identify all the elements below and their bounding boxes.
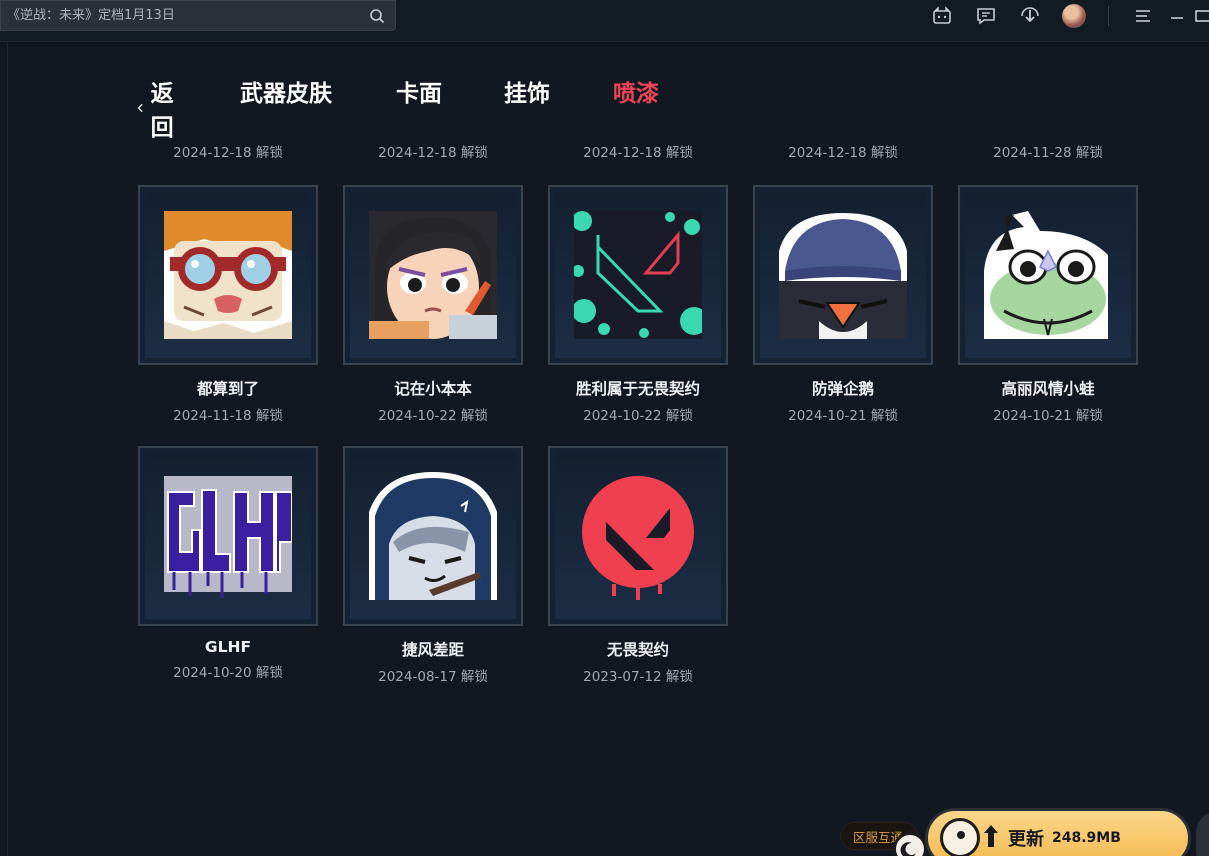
unlock-date: 2024-10-22 解锁 [378, 408, 488, 424]
unlock-date: 2024-10-21 解锁 [993, 408, 1103, 424]
valorant-logo-splatter-icon [574, 211, 702, 339]
unlock-date: 2024-12-18 解锁 [583, 145, 693, 161]
spray-tile[interactable] [138, 185, 318, 365]
spray-card[interactable]: 防弹企鹅 2024-10-21 解锁 [753, 185, 933, 424]
search-box[interactable] [0, 0, 396, 31]
unlock-date: 2024-08-17 解锁 [378, 669, 488, 685]
spray-tile[interactable] [548, 185, 728, 365]
title-bar [0, 0, 1209, 42]
window-toolbar [930, 4, 1209, 28]
spray-grid: 2024-12-18 解锁 2024-12-18 解锁 2024-12-18 解… [138, 120, 1138, 700]
tab-charms[interactable]: 挂饰 [504, 74, 550, 108]
minimize-icon[interactable] [1165, 4, 1189, 28]
spray-card[interactable]: 捷风差距 2024-08-17 解锁 [343, 446, 523, 685]
avatar[interactable] [1062, 4, 1086, 28]
side-panel-handle[interactable] [1196, 812, 1209, 856]
unlock-date: 2024-11-28 解锁 [993, 145, 1103, 161]
moon-bubble-icon [893, 832, 927, 856]
spray-card[interactable]: 都算到了 2024-11-18 解锁 [138, 185, 318, 424]
unlock-date: 2024-10-22 解锁 [583, 408, 693, 424]
spray-tile[interactable] [343, 185, 523, 365]
spray-name: 胜利属于无畏契约 [575, 380, 700, 398]
unlock-date: 2024-10-20 解锁 [173, 665, 283, 681]
menu-icon[interactable] [1131, 4, 1155, 28]
tab-cards[interactable]: 卡面 [396, 74, 442, 108]
list-item[interactable]: 2024-12-18 解锁 [138, 120, 318, 161]
spray-name: GLHF [204, 638, 252, 656]
unlock-date: 2024-12-18 解锁 [378, 145, 488, 161]
spray-name-cropped [138, 120, 318, 134]
search-icon[interactable] [369, 8, 385, 24]
spray-name: 高丽风情小蛙 [1001, 380, 1095, 398]
toolbar-divider [1108, 6, 1109, 26]
spray-card[interactable]: GLHF 2024-10-20 解锁 [138, 446, 318, 681]
spray-name-cropped [548, 120, 728, 134]
unlock-date: 2024-12-18 解锁 [788, 145, 898, 161]
spray-card[interactable]: 胜利属于无畏契约 2024-10-22 解锁 [548, 185, 728, 424]
spray-name: 无畏契约 [606, 641, 669, 659]
glhf-graffiti-icon [164, 476, 292, 598]
spray-card[interactable]: 无畏契约 2023-07-12 解锁 [548, 446, 728, 685]
spray-tile[interactable] [138, 446, 318, 626]
download-icon[interactable] [1018, 4, 1042, 28]
left-divider [7, 42, 8, 856]
unlock-date: 2023-07-12 解锁 [583, 669, 693, 685]
tab-weapon-skins[interactable]: 武器皮肤 [240, 74, 332, 108]
notebook-girl-icon [369, 211, 497, 339]
spray-name-cropped [343, 120, 523, 134]
search-input[interactable] [7, 8, 363, 23]
valorant-red-logo-icon [582, 476, 694, 600]
penguin-icon [779, 213, 907, 339]
mascot-icon [940, 818, 980, 856]
spray-name: 都算到了 [196, 380, 259, 398]
spray-name: 防弹企鹅 [811, 380, 874, 398]
update-label: 更新 [1008, 829, 1044, 850]
spray-tile[interactable] [753, 185, 933, 365]
cutoff-row: 2024-12-18 解锁 2024-12-18 解锁 2024-12-18 解… [138, 120, 1138, 162]
spray-card[interactable]: 高丽风情小蛙 2024-10-21 解锁 [958, 185, 1138, 424]
update-size: 248.9MB [1052, 830, 1121, 846]
chat-bot-icon[interactable] [930, 4, 954, 28]
unlock-date: 2024-10-21 解锁 [788, 408, 898, 424]
jett-hood-icon [369, 472, 497, 600]
goggles-character-icon [164, 211, 292, 339]
list-item[interactable]: 2024-12-18 解锁 [548, 120, 728, 161]
spray-tile[interactable] [343, 446, 523, 626]
spray-name: 捷风差距 [401, 641, 464, 659]
list-item[interactable]: 2024-11-28 解锁 [958, 120, 1138, 161]
spray-name-cropped [753, 120, 933, 134]
arrow-up-icon [984, 825, 998, 847]
chevron-left-icon [137, 103, 143, 113]
list-item[interactable]: 2024-12-18 解锁 [343, 120, 523, 161]
unlock-date: 2024-11-18 解锁 [173, 408, 283, 424]
message-icon[interactable] [974, 4, 998, 28]
spray-tile[interactable] [548, 446, 728, 626]
spray-name-cropped [958, 120, 1138, 134]
spray-name: 记在小本本 [394, 380, 472, 398]
unlock-date: 2024-12-18 解锁 [173, 145, 283, 161]
maximize-icon[interactable] [1195, 4, 1209, 28]
tab-sprays[interactable]: 喷漆 [613, 74, 659, 108]
list-item[interactable]: 2024-12-18 解锁 [753, 120, 933, 161]
spray-tile[interactable] [958, 185, 1138, 365]
frog-icon [984, 211, 1108, 339]
spray-card[interactable]: 记在小本本 2024-10-22 解锁 [343, 185, 523, 424]
